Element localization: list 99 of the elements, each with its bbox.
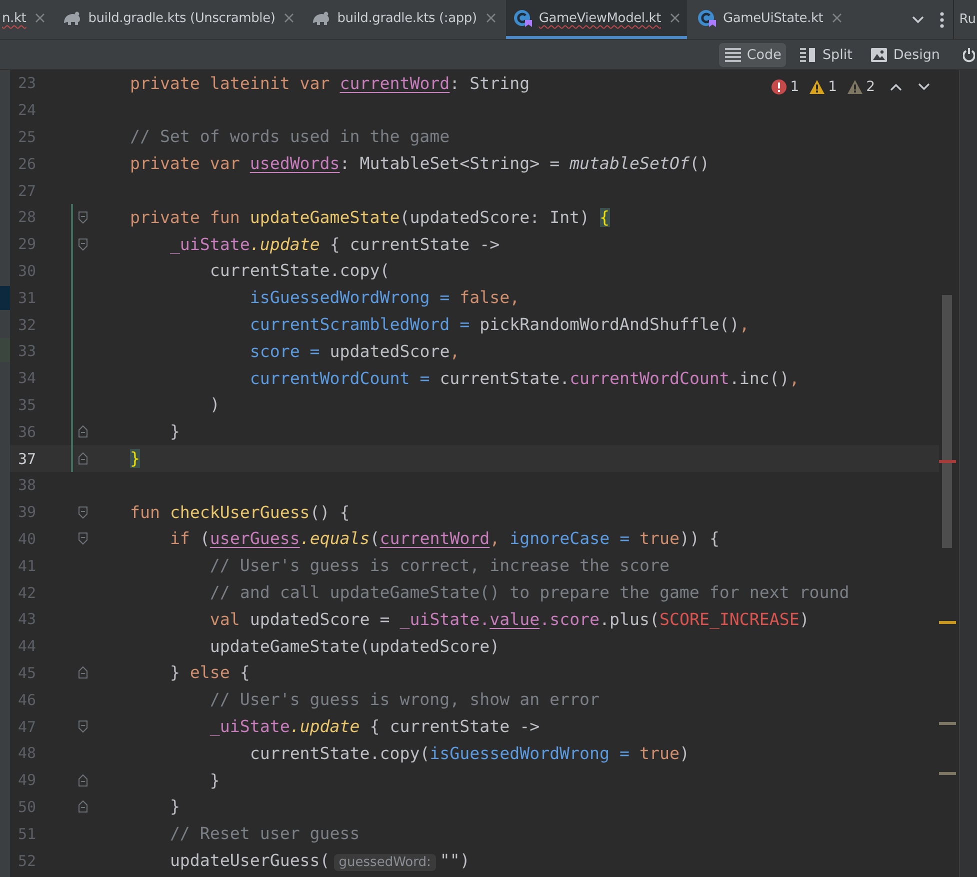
code-line: private var usedWords: MutableSet<String> = mutableSetOf() <box>128 154 710 174</box>
view-mode-button[interactable]: Design <box>865 42 945 66</box>
view-mode-button[interactable]: Code <box>718 42 786 66</box>
line-number: 52 <box>16 852 36 870</box>
more-options-icon[interactable] <box>939 10 946 28</box>
elephant-icon <box>62 10 82 26</box>
line-number: 32 <box>16 316 36 334</box>
power-icon[interactable] <box>963 46 975 62</box>
code-line: } <box>168 797 180 816</box>
code-line: } <box>168 422 180 442</box>
code-text: updateUserGuess( <box>170 851 330 870</box>
code-line: val updatedScore = _uiState.value.score.plus(SCORE_INCREASE) <box>208 610 810 629</box>
code-line: // Set of words used in the game <box>128 127 450 146</box>
code-line: _uiState.update { currentState -> <box>168 234 500 254</box>
warning-icon <box>809 79 826 95</box>
fold-icon[interactable] <box>78 720 88 734</box>
code-line: currentState.copy(isGuessedWordWrong = true) <box>248 744 690 763</box>
line-number: 24 <box>16 101 36 120</box>
line-number: 26 <box>16 154 36 173</box>
fold-icon[interactable] <box>78 506 88 519</box>
line-number: 38 <box>16 476 36 494</box>
fold-icon[interactable] <box>78 210 88 224</box>
close-icon[interactable] <box>284 13 294 23</box>
code-line: } <box>208 770 220 790</box>
line-number: 50 <box>16 798 36 816</box>
line-number: 43 <box>16 610 36 628</box>
code-line: updateGameState(updatedScore) <box>208 636 500 656</box>
fold-icon[interactable] <box>78 452 88 466</box>
code-line: if (userGuess.equals(currentWord, ignoreCase = true)) { <box>168 529 720 548</box>
chevron-down-icon[interactable] <box>911 14 926 24</box>
image-icon <box>870 46 888 64</box>
elephant-icon <box>311 10 332 26</box>
line-number: 45 <box>16 664 36 682</box>
code-line: private lateinit var currentWord: String <box>128 74 530 93</box>
line-number: 35 <box>16 396 36 414</box>
fold-icon[interactable] <box>78 425 88 438</box>
split-view-icon <box>799 46 818 64</box>
parameter-hint: guessedWord: <box>334 854 436 871</box>
line-number: 47 <box>16 718 36 736</box>
line-number: 48 <box>16 744 36 762</box>
code-line: ) <box>208 395 220 414</box>
line-number: 37 <box>16 450 36 468</box>
code-line: // User's guess is correct, increase the score <box>208 556 670 576</box>
code-line: // and call updateGameState() to prepare the game for next round <box>208 583 850 602</box>
line-number: 36 <box>16 422 36 441</box>
code-line: private fun updateGameState(updatedScore: Int) { <box>128 208 610 227</box>
code-line: isGuessedWordWrong = false, <box>248 288 520 308</box>
line-number: 40 <box>16 530 36 548</box>
weak-warning-indicator[interactable]: 2 <box>847 79 875 95</box>
line-number: 33 <box>16 342 36 360</box>
code-line: // Reset user guess <box>168 824 360 844</box>
line-number: 34 <box>16 369 36 388</box>
line-number: 27 <box>16 182 36 200</box>
editor-tab[interactable]: build.gradle.kts (:app) <box>304 0 503 39</box>
editor-tab[interactable]: GameUiState.kt <box>690 0 850 39</box>
code-line: _uiState.update { currentState -> <box>208 717 540 736</box>
line-number: 23 <box>16 74 36 92</box>
code-text: "") <box>440 851 470 870</box>
code-line: score = updatedScore, <box>248 342 460 361</box>
line-number: 29 <box>16 235 36 254</box>
line-number: 39 <box>16 503 36 522</box>
editor-tab[interactable]: n.kt <box>0 0 52 39</box>
error-indicator[interactable]: 1 <box>771 79 800 95</box>
code-line: // User's guess is wrong, show an error <box>208 690 600 710</box>
line-number: 25 <box>16 128 36 146</box>
code-line: currentScrambledWord = pickRandomWordAndShuffle(), <box>248 315 750 334</box>
line-number: 30 <box>16 262 36 280</box>
close-icon[interactable] <box>486 13 496 23</box>
fold-icon[interactable] <box>78 800 88 814</box>
fold-icon[interactable] <box>78 238 88 251</box>
line-number: 46 <box>16 690 36 709</box>
editor-tab[interactable]: GameViewModel.kt <box>506 0 687 39</box>
fold-icon[interactable] <box>78 666 88 680</box>
close-icon[interactable] <box>35 13 46 23</box>
code-line: currentState.copy( <box>208 261 390 280</box>
class-file-icon <box>697 9 717 27</box>
view-mode-button[interactable]: Split <box>794 42 858 66</box>
warning-indicator[interactable]: 1 <box>809 79 838 95</box>
line-number: 42 <box>16 584 36 602</box>
line-number: 51 <box>16 824 36 843</box>
code-line: fun checkUserGuess() { <box>128 502 350 522</box>
class-file-icon <box>512 9 533 27</box>
panel-selection <box>0 286 10 310</box>
close-icon[interactable] <box>832 13 842 23</box>
line-number: 28 <box>16 208 36 226</box>
weak-warning-icon <box>847 79 864 95</box>
close-icon[interactable] <box>670 13 680 23</box>
line-number: 41 <box>16 556 36 575</box>
scrollbar-thumb[interactable] <box>942 295 952 548</box>
fold-icon[interactable] <box>78 532 88 546</box>
line-number: 31 <box>16 288 36 307</box>
line-number: 44 <box>16 637 36 656</box>
fold-icon[interactable] <box>78 774 88 787</box>
code-line: currentWordCount = currentState.currentWordCount.inc(), <box>248 368 800 388</box>
code-line: } else { <box>168 663 250 682</box>
error-icon <box>771 79 788 95</box>
editor-tab[interactable]: build.gradle.kts (Unscramble) <box>55 0 302 39</box>
line-number: 49 <box>16 771 36 790</box>
lines-icon <box>724 46 742 64</box>
